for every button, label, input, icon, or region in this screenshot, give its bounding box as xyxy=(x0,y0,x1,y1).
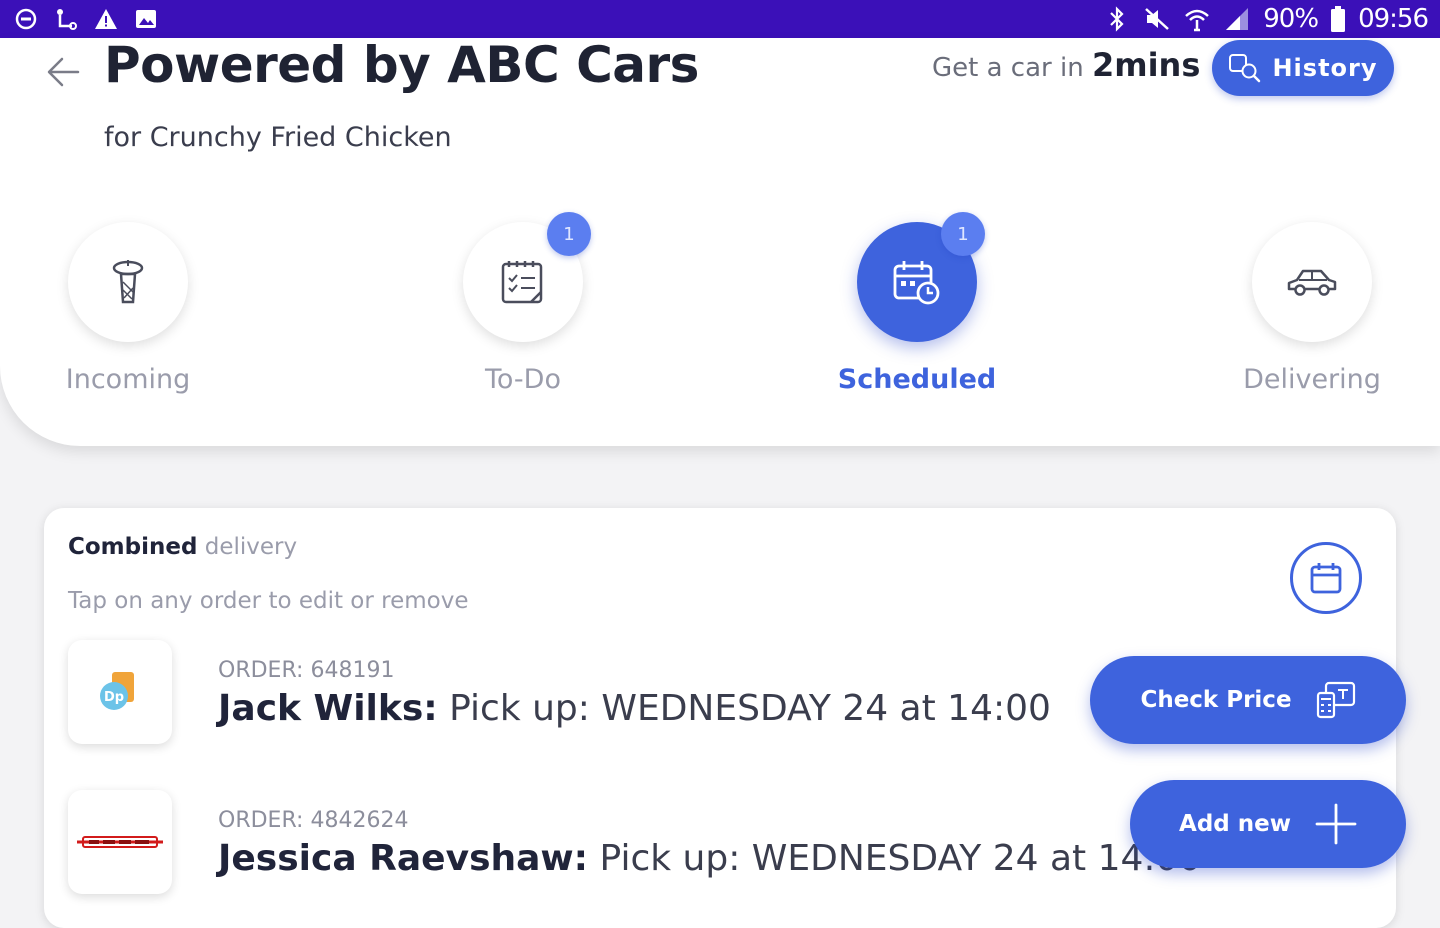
image-icon xyxy=(132,5,160,33)
history-label: History xyxy=(1272,54,1378,82)
tab-incoming-circle xyxy=(68,222,188,342)
svg-text:Dp: Dp xyxy=(104,690,124,705)
combined-title-rest: delivery xyxy=(204,534,298,560)
check-price-label: Check Price xyxy=(1140,687,1292,713)
back-button[interactable] xyxy=(44,52,84,92)
price-calculator-icon xyxy=(1316,681,1355,719)
route-icon xyxy=(52,5,80,33)
page-title: Powered by ABC Cars xyxy=(104,36,699,94)
check-price-button[interactable]: Check Price xyxy=(1090,656,1406,744)
status-bar-left xyxy=(12,5,160,33)
eta-text: Get a car in 2mins xyxy=(932,46,1200,84)
clock: 09:56 xyxy=(1358,4,1429,34)
order-number: ORDER: 4842624 xyxy=(218,808,409,833)
tab-scheduled[interactable]: 1 Scheduled xyxy=(797,212,1037,395)
eta-prefix: Get a car in xyxy=(932,53,1084,83)
dp-logo-icon: Dp xyxy=(100,672,134,710)
status-bar-right: 90% 09:56 xyxy=(1103,4,1429,34)
calendar-button[interactable] xyxy=(1290,542,1362,614)
tab-todo-label: To-Do xyxy=(485,364,561,395)
tab-incoming-label: Incoming xyxy=(65,364,191,395)
battery-percent: 90% xyxy=(1263,4,1319,34)
car-icon xyxy=(1287,269,1337,296)
order-summary: Jack Wilks: Pick up: WEDNESDAY 24 at 14:… xyxy=(218,688,1051,729)
warning-icon xyxy=(92,5,120,33)
incoming-icon xyxy=(112,260,144,304)
tab-scheduled-circle: 1 xyxy=(857,212,985,342)
do-not-disturb-icon xyxy=(12,5,40,33)
order-number: ORDER: 648191 xyxy=(218,658,395,683)
tab-todo-circle: 1 xyxy=(463,212,591,342)
tab-scheduled-label: Scheduled xyxy=(837,364,997,395)
tab-delivering-label: Delivering xyxy=(1243,364,1381,395)
history-button[interactable]: History xyxy=(1212,40,1394,96)
pickup-time: Pick up: WEDNESDAY 24 at 14:00 xyxy=(599,838,1202,879)
battery-icon xyxy=(1330,5,1346,33)
bluetooth-icon xyxy=(1103,5,1131,33)
status-bar: 90% 09:56 xyxy=(0,0,1440,38)
header-card: Powered by ABC Cars for Crunchy Fried Ch… xyxy=(0,36,1440,446)
order-row[interactable]: ORDER: 4842624 Jessica Raevshaw: Pick up… xyxy=(68,790,1201,900)
calendar-clock-icon xyxy=(893,261,940,305)
add-new-label: Add new xyxy=(1179,811,1291,837)
pickup-time: Pick up: WEDNESDAY 24 at 14:00 xyxy=(449,688,1051,729)
red-brand-logo-icon xyxy=(77,836,163,848)
order-logo: Dp xyxy=(68,640,172,744)
scheduled-badge: 1 xyxy=(941,212,985,256)
eta-value: 2mins xyxy=(1091,46,1201,84)
customer-name: Jack Wilks: xyxy=(218,688,438,729)
mute-icon xyxy=(1143,5,1171,33)
add-new-button[interactable]: Add new xyxy=(1130,780,1406,868)
plus-icon xyxy=(1315,803,1357,845)
combined-title: Combined delivery xyxy=(68,534,297,560)
combined-hint: Tap on any order to edit or remove xyxy=(68,588,469,614)
todo-badge: 1 xyxy=(547,212,591,256)
history-search-icon xyxy=(1229,54,1261,83)
todo-list-icon xyxy=(501,261,543,304)
signal-icon xyxy=(1223,5,1251,33)
order-summary: Jessica Raevshaw: Pick up: WEDNESDAY 24 … xyxy=(218,838,1201,879)
wifi-icon xyxy=(1183,5,1211,33)
customer-name: Jessica Raevshaw: xyxy=(218,838,589,879)
calendar-icon xyxy=(1310,563,1342,594)
tab-todo[interactable]: 1 To-Do xyxy=(403,212,643,395)
tab-incoming[interactable]: Incoming xyxy=(8,222,248,395)
page-subtitle: for Crunchy Fried Chicken xyxy=(104,122,452,153)
combined-title-bold: Combined xyxy=(68,534,198,560)
order-logo xyxy=(68,790,172,894)
order-row[interactable]: Dp ORDER: 648191 Jack Wilks: Pick up: WE… xyxy=(68,640,1168,750)
tab-delivering-circle xyxy=(1252,222,1372,342)
tab-delivering[interactable]: Delivering xyxy=(1192,222,1432,395)
arrow-left-icon xyxy=(47,57,80,87)
